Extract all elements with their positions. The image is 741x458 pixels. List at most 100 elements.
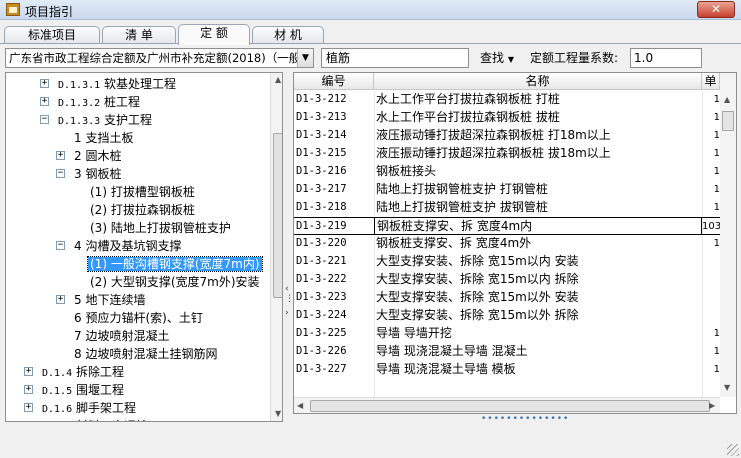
- horizontal-splitter-grip-icon[interactable]: ••••••••••••••: [481, 414, 569, 424]
- vertical-splitter[interactable]: ‹ ⋮ ›: [283, 72, 294, 422]
- collapse-right-icon[interactable]: ›: [285, 308, 289, 318]
- scroll-right-icon[interactable]: ▶: [709, 401, 715, 410]
- resize-grip-icon[interactable]: [727, 444, 739, 456]
- table-row[interactable]: D1-3-227 导墙 现浇混凝土导墙 模板 1: [294, 361, 720, 379]
- quota-tree[interactable]: + D.1.3.1 软基处理工程 + D.1.3.2 桩工程 − D.1.3.3 支护工程…: [5, 72, 283, 422]
- dropdown-arrow-icon[interactable]: ▼: [297, 49, 313, 67]
- tree-node[interactable]: − D.1.3.3 支护工程: [40, 111, 154, 129]
- tree-node[interactable]: (2) 大型钢支撑(宽度7m外)安装: [88, 273, 262, 291]
- table-row[interactable]: D1-3-214 液压振动锤打拔超深拉森钢板桩 打18m以上 1: [294, 127, 720, 145]
- tree-node-label: (2) 打拔拉森钢板桩: [88, 203, 197, 217]
- cell-name: 钢板桩支撑安、拆 宽度4m外: [376, 236, 532, 250]
- cell-code: D1-3-218: [296, 201, 347, 213]
- table-row[interactable]: D1-3-212 水上工作平台打拔拉森钢板桩 打桩 1: [294, 91, 720, 109]
- expand-icon[interactable]: +: [24, 403, 33, 412]
- table-row[interactable]: D1-3-218 陆地上打拔钢管桩支护 拔钢管桩 1: [294, 199, 720, 217]
- tree-node[interactable]: (2) 打拔拉森钢板桩: [88, 201, 197, 219]
- tree-node[interactable]: (1) 打拔槽型钢板桩: [88, 183, 197, 201]
- tree-node[interactable]: 6 预应力锚杆(索)、土钉: [72, 309, 205, 327]
- expand-icon[interactable]: +: [40, 97, 49, 106]
- expand-icon[interactable]: +: [24, 385, 33, 394]
- tree-node[interactable]: 1 支挡土板: [72, 129, 135, 147]
- tree-node[interactable]: (1) 一般沟槽钢支撑(宽度7m内): [87, 255, 263, 273]
- cell-name: 陆地上打拔钢管桩支护 打钢管桩: [376, 182, 548, 196]
- tree-node[interactable]: + D.1.7 材料二次运输: [26, 417, 150, 421]
- expand-icon[interactable]: +: [24, 367, 33, 376]
- tree-node[interactable]: + D.1.3.2 桩工程: [40, 93, 142, 111]
- grid-horizontal-scrollbar[interactable]: ◀ ▶: [294, 397, 720, 413]
- scroll-down-icon[interactable]: ▼: [275, 409, 281, 418]
- table-row[interactable]: D1-3-217 陆地上打拔钢管桩支护 打钢管桩 1: [294, 181, 720, 199]
- table-row[interactable]: D1-3-223 大型支撑安装、拆除 宽15m以外 安装: [294, 289, 720, 307]
- grid-hscroll-thumb[interactable]: [310, 400, 710, 412]
- cell-name: 大型支撑安装、拆除 宽15m以内 拆除: [376, 272, 579, 286]
- collapse-icon[interactable]: −: [56, 241, 65, 250]
- quota-grid[interactable]: 编号 名称 单 D1-3-212 水上工作平台打拔拉森钢板桩 打桩 1 D1-3-21…: [293, 72, 737, 414]
- tab-materials[interactable]: 材 机: [252, 26, 324, 44]
- cell-code: D1-3-216: [296, 165, 347, 177]
- expand-icon[interactable]: +: [56, 295, 65, 304]
- tab-bill[interactable]: 清 单: [102, 26, 176, 44]
- cell-name: 液压振动锤打拔超深拉森钢板桩 拔18m以上: [376, 146, 611, 160]
- table-row[interactable]: D1-3-222 大型支撑安装、拆除 宽15m以内 拆除: [294, 271, 720, 289]
- table-row[interactable]: D1-3-215 液压振动锤打拔超深拉森钢板桩 拔18m以上 1: [294, 145, 720, 163]
- tab-standard-items[interactable]: 标准项目: [4, 26, 100, 44]
- tree-node[interactable]: 7 边坡喷射混凝土: [72, 327, 171, 345]
- search-input[interactable]: 植筋: [321, 48, 469, 68]
- tree-node-text: 1 支挡土板: [74, 131, 134, 145]
- grid-scroll-thumb[interactable]: [722, 111, 734, 131]
- collapse-icon[interactable]: −: [40, 115, 49, 124]
- cell-name: 水上工作平台打拔拉森钢板桩 拔桩: [376, 110, 560, 124]
- close-button[interactable]: ✕: [697, 1, 735, 18]
- tree-scrollbar[interactable]: ▲ ▼: [270, 73, 282, 421]
- toolbar: 广东省市政工程综合定额及广州市补充定额(2018)（一般 ▼ 植筋 查找 ▼ 定…: [0, 46, 741, 70]
- scroll-up-icon[interactable]: ▲: [275, 75, 281, 84]
- tree-node[interactable]: 8 边坡喷射混凝土挂钢筋网: [72, 345, 219, 363]
- table-row[interactable]: D1-3-219 钢板桩支撑安、拆 宽度4m内 103: [294, 217, 720, 235]
- table-row[interactable]: D1-3-226 导墙 现浇混凝土导墙 混凝土 1: [294, 343, 720, 361]
- table-row[interactable]: D1-3-220 钢板桩支撑安、拆 宽度4m外 1: [294, 235, 720, 253]
- column-header-unit[interactable]: 单: [702, 73, 720, 90]
- column-header-code[interactable]: 编号: [294, 73, 374, 90]
- expand-icon[interactable]: +: [40, 79, 49, 88]
- quota-library-select[interactable]: 广东省市政工程综合定额及广州市补充定额(2018)（一般 ▼: [5, 48, 314, 68]
- column-header-name[interactable]: 名称: [374, 73, 702, 90]
- tree-node[interactable]: +5 地下连续墙: [56, 291, 147, 309]
- scroll-left-icon[interactable]: ◀: [297, 401, 303, 410]
- expand-icon[interactable]: +: [26, 421, 31, 422]
- tree-node-text: 支护工程: [103, 113, 152, 127]
- tree-node[interactable]: −3 钢板桩: [56, 165, 123, 183]
- coef-input[interactable]: 1.0: [630, 48, 702, 68]
- tree-node-label: D.1.3.2 桩工程: [56, 95, 142, 109]
- table-row[interactable]: D1-3-213 水上工作平台打拔拉森钢板桩 拔桩 1: [294, 109, 720, 127]
- table-row[interactable]: D1-3-216 钢板桩接头 1: [294, 163, 720, 181]
- tree-node[interactable]: + D.1.4 拆除工程: [24, 363, 126, 381]
- title-bar: 项目指引 ✕: [0, 0, 741, 20]
- tree-node-code: D.1.3.3: [58, 116, 101, 127]
- expand-icon[interactable]: +: [56, 151, 65, 160]
- tree-node[interactable]: +2 圆木桩: [56, 147, 123, 165]
- tree-node-label: 3 钢板桩: [72, 167, 123, 181]
- tree-node[interactable]: −4 沟槽及基坑钢支撑: [56, 237, 183, 255]
- tree-node[interactable]: (3) 陆地上打拔钢管桩支护: [88, 219, 233, 237]
- table-row[interactable]: D1-3-221 大型支撑安装、拆除 宽15m以内 安装: [294, 253, 720, 271]
- tree-node[interactable]: + D.1.5 围堰工程: [24, 381, 126, 399]
- chevron-down-icon: ▼: [507, 55, 514, 64]
- tree-node[interactable]: + D.1.6 脚手架工程: [24, 399, 138, 417]
- table-row[interactable]: D1-3-225 导墙 导墙开挖 1: [294, 325, 720, 343]
- tree-node-text: (3) 陆地上打拔钢管桩支护: [90, 221, 231, 235]
- grid-vertical-scrollbar[interactable]: ▲ ▼: [720, 73, 736, 397]
- tree-scroll-thumb[interactable]: [273, 133, 282, 298]
- tree-node[interactable]: + D.1.3.1 软基处理工程: [40, 75, 178, 93]
- scroll-down-icon[interactable]: ▼: [724, 383, 730, 392]
- cell-unit: 1: [713, 94, 720, 105]
- collapse-icon[interactable]: −: [56, 169, 65, 178]
- collapse-left-icon[interactable]: ‹: [285, 284, 289, 294]
- cell-name: 大型支撑安装、拆除 宽15m以内 安装: [376, 254, 579, 268]
- find-button[interactable]: 查找 ▼: [480, 49, 514, 67]
- tree-node-label: D.1.7 材料二次运输: [40, 419, 150, 421]
- tab-quota[interactable]: 定 额: [178, 24, 250, 45]
- scroll-up-icon[interactable]: ▲: [724, 95, 730, 104]
- tree-node-label: (3) 陆地上打拔钢管桩支护: [88, 221, 233, 235]
- table-row[interactable]: D1-3-224 大型支撑安装、拆除 宽15m以外 拆除: [294, 307, 720, 325]
